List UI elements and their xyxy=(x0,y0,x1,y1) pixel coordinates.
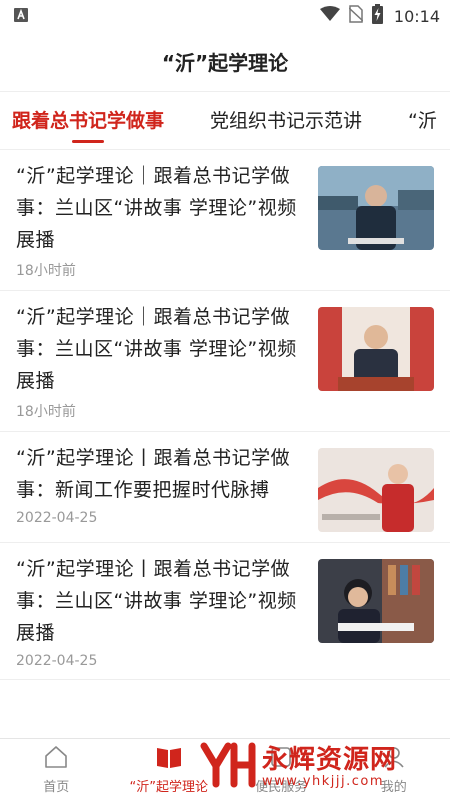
news-thumbnail xyxy=(318,166,434,250)
nav-study-theory-label: “沂”起学理论 xyxy=(129,780,208,795)
news-text: “沂”起学理论丨跟着总书记学做事：新闻工作要把握时代脉搏 2022-04-25 xyxy=(16,442,318,532)
news-list: “沂”起学理论｜跟着总书记学做事：兰山区“讲故事 学理论”视频展播 18小时前 … xyxy=(0,150,450,680)
watermark: 永辉资源网 www.yhkjjj.com xyxy=(200,740,397,794)
news-time: 2022-04-25 xyxy=(16,510,98,526)
tab-follow-general-secretary[interactable]: 跟着总书记学做事 xyxy=(0,92,164,149)
news-text: “沂”起学理论｜跟着总书记学做事：兰山区“讲故事 学理论”视频展播 18小时前 xyxy=(16,301,318,421)
watermark-title: 永辉资源网 xyxy=(262,744,398,775)
status-bar-right: 10:14 xyxy=(319,4,440,28)
news-title: “沂”起学理论｜跟着总书记学做事：兰山区“讲故事 学理论”视频展播 xyxy=(16,306,297,392)
nav-home-label: 首页 xyxy=(43,780,70,795)
battery-charging-icon xyxy=(371,4,383,28)
watermark-logo-icon xyxy=(200,740,256,794)
nav-home[interactable]: 首页 xyxy=(0,739,113,800)
tab-party-secretary-lectures[interactable]: 党组织书记示范讲 xyxy=(198,92,362,149)
wifi-icon xyxy=(319,6,340,26)
watermark-url: www.yhkjjj.com xyxy=(262,773,385,789)
news-title: “沂”起学理论｜跟着总书记学做事：兰山区“讲故事 学理论”视频展播 xyxy=(16,165,297,251)
status-bar-left xyxy=(14,7,28,26)
news-thumbnail xyxy=(318,307,434,391)
news-thumbnail xyxy=(318,559,434,643)
tab-bar: 跟着总书记学做事 党组织书记示范讲 “沂 xyxy=(0,92,450,150)
news-thumbnail xyxy=(318,448,434,532)
news-item[interactable]: “沂”起学理论丨跟着总书记学做事：新闻工作要把握时代脉搏 2022-04-25 xyxy=(0,432,450,543)
news-item[interactable]: “沂”起学理论｜跟着总书记学做事：兰山区“讲故事 学理论”视频展播 18小时前 xyxy=(0,291,450,432)
watermark-text: 永辉资源网 www.yhkjjj.com xyxy=(262,746,397,789)
title-bar: “沂”起学理论 xyxy=(0,32,450,92)
news-item[interactable]: “沂”起学理论｜跟着总书记学做事：兰山区“讲故事 学理论”视频展播 18小时前 xyxy=(0,150,450,291)
news-time: 18小时前 xyxy=(16,404,76,420)
news-time: 18小时前 xyxy=(16,263,76,279)
news-time: 2022-04-25 xyxy=(16,653,98,669)
news-text: “沂”起学理论丨跟着总书记学做事：兰山区“讲故事 学理论”视频展播 2022-0… xyxy=(16,553,318,669)
app-notification-icon xyxy=(14,7,28,26)
home-icon xyxy=(43,744,69,774)
news-text: “沂”起学理论｜跟着总书记学做事：兰山区“讲故事 学理论”视频展播 18小时前 xyxy=(16,160,318,280)
page-title: “沂”起学理论 xyxy=(161,51,289,75)
news-title: “沂”起学理论丨跟着总书记学做事：新闻工作要把握时代脉搏 xyxy=(16,447,291,501)
clock: 10:14 xyxy=(393,6,440,26)
book-icon xyxy=(155,744,183,774)
news-item[interactable]: “沂”起学理论丨跟着总书记学做事：兰山区“讲故事 学理论”视频展播 2022-0… xyxy=(0,543,450,680)
tab-yi-study[interactable]: “沂 xyxy=(396,92,437,149)
status-bar: 10:14 xyxy=(0,0,450,32)
no-sim-icon xyxy=(348,5,364,27)
news-title: “沂”起学理论丨跟着总书记学做事：兰山区“讲故事 学理论”视频展播 xyxy=(16,558,297,644)
